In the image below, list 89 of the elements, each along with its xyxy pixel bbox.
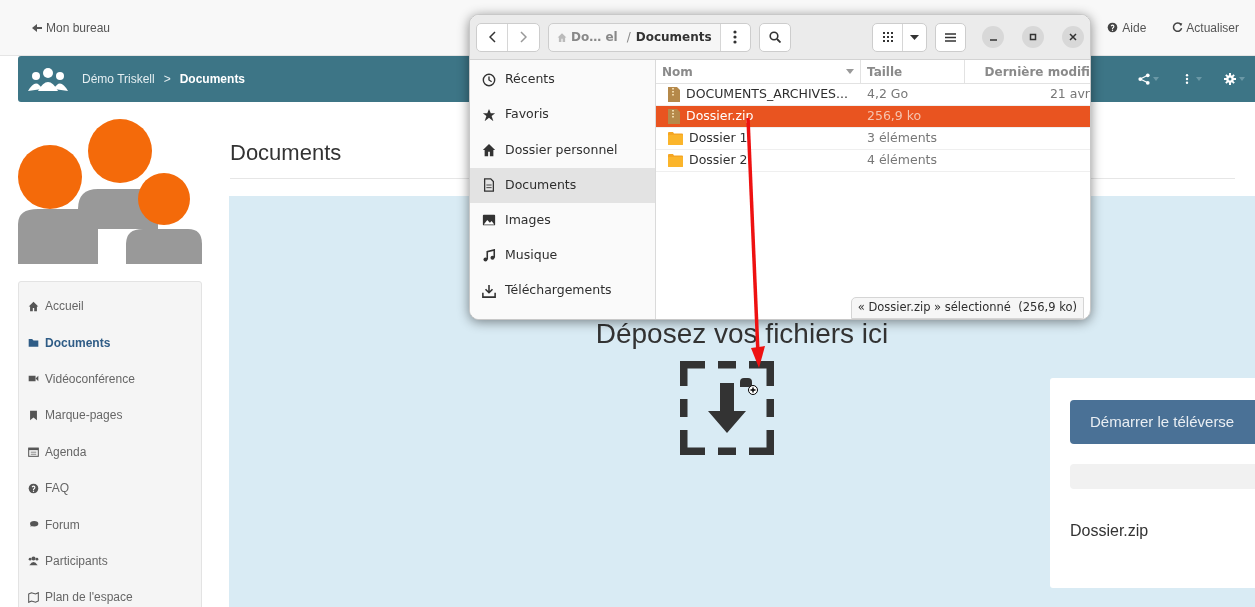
share-icon [1138, 73, 1150, 85]
maximize-button[interactable] [1022, 26, 1044, 48]
sidebar-item[interactable]: Vidéoconférence [28, 360, 192, 398]
breadcrumb-link[interactable]: Démo Triskell [82, 70, 155, 88]
sidebar-item[interactable]: Marque-pages [28, 397, 192, 434]
settings-menu-button[interactable] [1224, 73, 1245, 85]
file-row[interactable]: Dossier.zip 256,9 ko [656, 106, 1090, 128]
sidebar-item[interactable]: Participants [28, 542, 192, 580]
caret-icon [1153, 77, 1159, 81]
path-button[interactable]: Do… el [549, 28, 622, 46]
file-name: DOCUMENTS_ARCHIVES... [686, 85, 848, 104]
clock-icon [482, 72, 496, 87]
sidebar-item[interactable]: Accueil [28, 288, 192, 325]
places-item[interactable]: Récents [470, 62, 655, 98]
calendar-icon [28, 446, 39, 458]
file-name: Dossier 2 [689, 151, 748, 170]
star-icon [482, 107, 496, 122]
grid-icon [882, 32, 893, 42]
minimize-button[interactable] [982, 26, 1004, 48]
column-header[interactable]: Taille [861, 60, 965, 83]
home-icon [28, 300, 39, 312]
caret-icon [1196, 77, 1202, 81]
file-size: 4,2 Go [866, 85, 910, 104]
archive-file-icon [668, 87, 680, 102]
caret-icon [1239, 77, 1245, 81]
music-note-icon [482, 248, 496, 263]
map-icon [28, 591, 39, 603]
help-icon [1107, 22, 1119, 33]
search-icon [768, 31, 781, 43]
archive-file-icon [668, 109, 680, 124]
breadcrumb-separator: > [163, 71, 171, 88]
download-tray-icon [680, 361, 774, 455]
file-date: 21 avr [1049, 85, 1090, 104]
home-icon [482, 142, 496, 157]
settings-icon [1224, 73, 1236, 85]
more-icon [733, 30, 738, 44]
column-header[interactable]: Dernière modifi [965, 60, 1090, 83]
minimize-icon [989, 39, 997, 41]
places-item[interactable]: Images [470, 202, 655, 238]
folder-icon [668, 154, 683, 167]
sort-caret-icon [846, 69, 854, 74]
file-size: 3 éléments [866, 129, 938, 148]
places-item[interactable]: Dossier personnel [470, 132, 655, 168]
users-icon [28, 67, 68, 91]
chevron-left-icon [488, 31, 496, 43]
places-item[interactable]: Téléchargements [470, 273, 655, 309]
file-row[interactable]: Dossier 1 3 éléments [656, 128, 1090, 150]
home-icon [557, 31, 567, 43]
path-separator: / [625, 29, 632, 46]
column-header[interactable]: Nom [656, 60, 861, 83]
drag-cursor-icon [740, 378, 758, 395]
refresh-link[interactable]: Actualiser [1172, 18, 1239, 37]
close-button[interactable] [1062, 26, 1084, 48]
places-item[interactable]: Musique [470, 237, 655, 274]
bookmark-icon [28, 409, 39, 421]
document-icon [482, 178, 496, 193]
path-button[interactable]: Documents [635, 28, 720, 46]
image-icon [482, 213, 496, 228]
status-text: « Dossier.zip » sélectionné (256,9 ko) [850, 297, 1084, 319]
sidebar-item[interactable]: Documents [28, 324, 192, 361]
maximize-icon [1029, 33, 1037, 41]
sidebar-item[interactable]: FAQ [28, 469, 192, 507]
start-upload-button[interactable]: Démarrer le téléverse [1070, 400, 1255, 444]
menu-button[interactable] [935, 22, 966, 52]
file-row[interactable]: Dossier 2 4 éléments [656, 150, 1090, 172]
file-name: Dossier.zip [1070, 521, 1150, 541]
folder-icon [668, 132, 683, 145]
sidebar-item[interactable]: Forum [28, 506, 192, 543]
left-arrow-icon [32, 22, 42, 33]
search-button[interactable] [758, 22, 791, 52]
help-link[interactable]: Aide [1107, 18, 1147, 37]
breadcrumb-current: Documents [179, 71, 246, 88]
dropzone-message: Déposez vos fichiers ici [595, 317, 889, 351]
download-icon [482, 283, 496, 298]
share-menu-button[interactable] [1138, 73, 1159, 85]
caret-icon [910, 34, 919, 40]
chevron-right-icon [520, 31, 527, 43]
sidebar-item[interactable]: Plan de l'espace [28, 579, 192, 607]
help-icon [28, 482, 39, 494]
sidebar-item[interactable]: Agenda [28, 433, 192, 470]
folder-icon [28, 337, 39, 349]
places-item[interactable]: Documents [470, 167, 655, 203]
file-name: Dossier 1 [689, 129, 748, 148]
file-size: 4 éléments [866, 151, 938, 170]
back-link[interactable]: Mon bureau [32, 18, 111, 37]
refresh-icon [1172, 22, 1184, 33]
menu-icon [945, 32, 956, 42]
close-icon [1069, 33, 1077, 41]
users-icon [28, 555, 39, 567]
